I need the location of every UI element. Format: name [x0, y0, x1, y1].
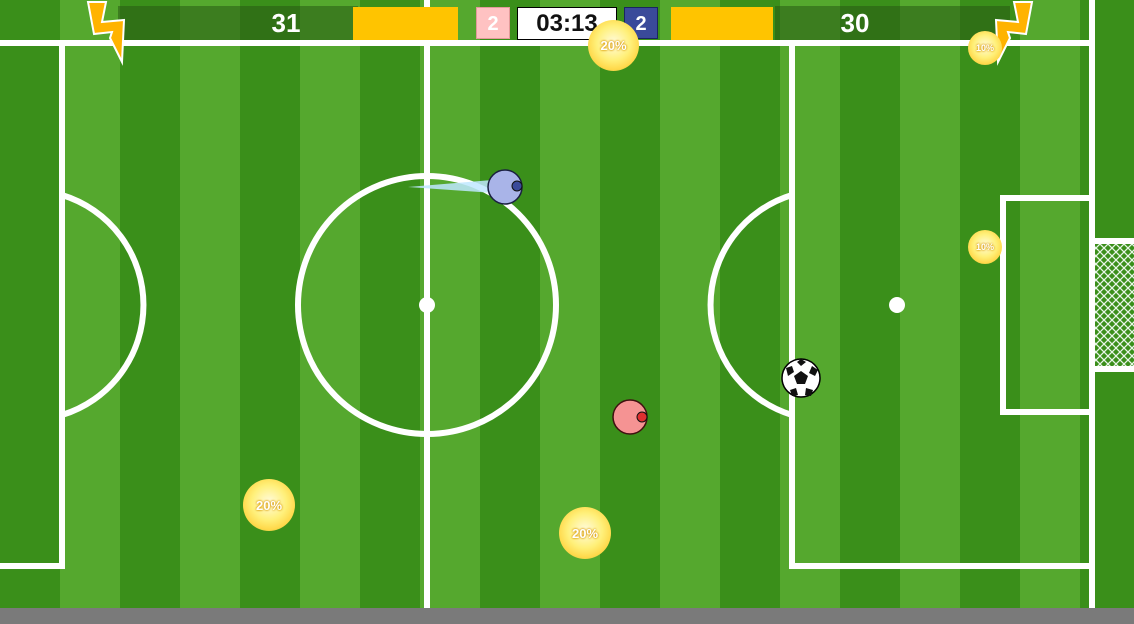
pitch-stripe [720, 0, 780, 608]
goal-net-icon [1095, 238, 1134, 372]
powerup-20-percent[interactable]: 20% [243, 479, 295, 531]
soccer-ball-icon [781, 358, 821, 398]
pitch-stripe [600, 0, 660, 608]
player-red[interactable] [612, 399, 648, 435]
pitch-stripe [60, 0, 120, 608]
pitch-stripe [480, 0, 540, 608]
left-team-score: 31 [271, 8, 301, 38]
pitch-stripe [120, 0, 180, 608]
game-stage[interactable]: 31 30 2 03:13 2 20% 10% 10% 20% 20% [0, 0, 1134, 624]
pitch-stripe [300, 0, 360, 608]
right-energy-bar [671, 7, 773, 40]
powerup-20-percent[interactable]: 20% [588, 20, 639, 71]
lightning-bolt-icon [86, 0, 126, 66]
left-energy-bar [353, 7, 458, 40]
player-blue[interactable] [487, 169, 523, 205]
pitch-bottom-border [0, 608, 1134, 624]
powerup-10-percent[interactable]: 10% [968, 31, 1002, 65]
left-goals-counter: 2 [476, 7, 510, 39]
pitch-stripe [180, 0, 240, 608]
powerup-20-percent[interactable]: 20% [559, 507, 611, 559]
pitch-stripe [960, 0, 1020, 608]
right-team-score: 30 [840, 8, 870, 38]
pitch-stripe [0, 0, 60, 608]
powerup-10-percent[interactable]: 10% [968, 230, 1002, 264]
pitch-stripe [900, 0, 960, 608]
right-penalty-spot [889, 297, 905, 313]
pitch-stripe [360, 0, 420, 608]
center-spot [419, 297, 435, 313]
pitch-stripe [1020, 0, 1080, 608]
